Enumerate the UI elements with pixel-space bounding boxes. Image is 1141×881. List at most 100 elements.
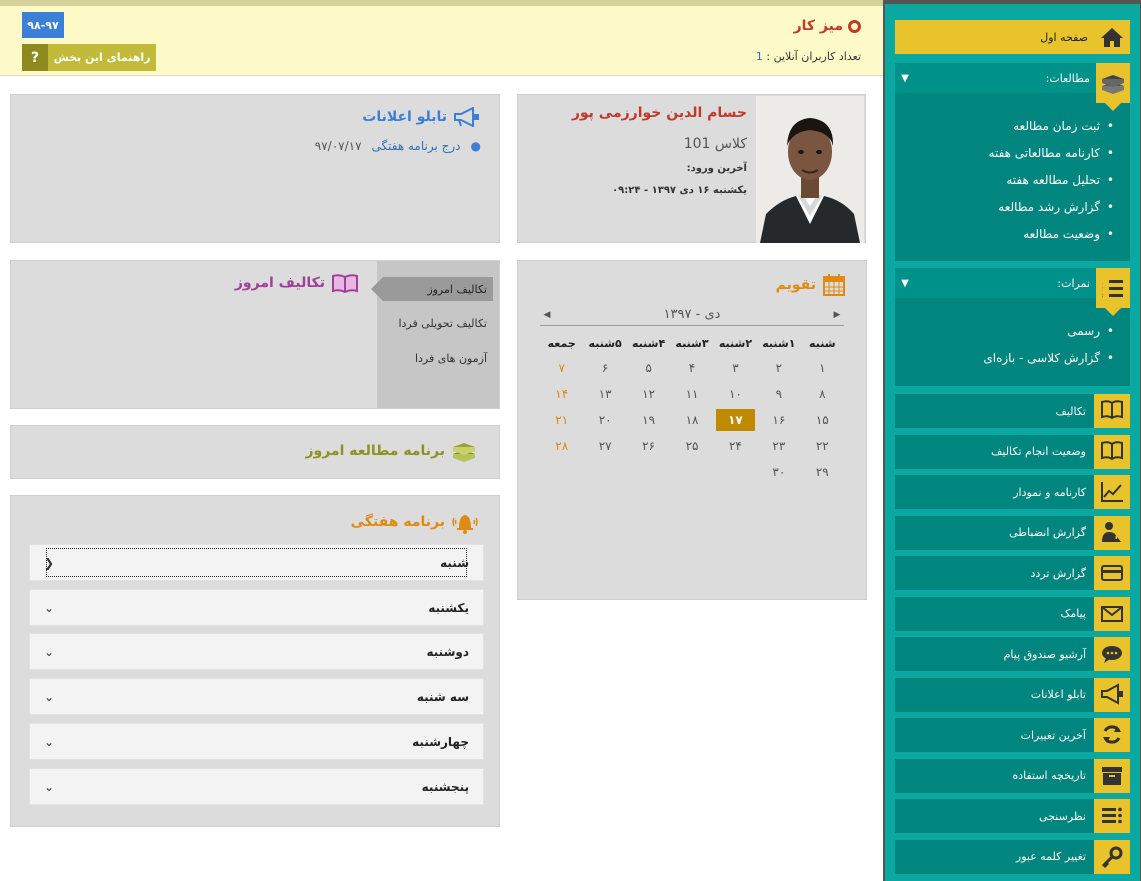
sidebar-subitem[interactable]: گزارش رشد مطالعه [905, 194, 1114, 221]
prev-month-icon[interactable]: ◀ [540, 310, 554, 320]
sidebar-item-8[interactable]: تابلو اعلانات [895, 677, 1130, 712]
sidebar-item-1[interactable]: تکالیف [895, 394, 1130, 428]
weekly-day-label: دوشنبه [426, 644, 470, 659]
sidebar-item-11[interactable]: نظرسنجی [895, 799, 1130, 833]
online-users: تعداد کاربران آنلاین : 1 [756, 50, 861, 63]
calendar-day[interactable]: ۱۰ [714, 381, 757, 407]
sidebar-item-7[interactable]: آرشیو صندوق پیام [895, 637, 1130, 671]
calendar-day[interactable]: ۱ [801, 355, 844, 381]
calendar-day[interactable]: ۴ [670, 355, 713, 381]
sidebar-item-label: تغییر کلمه عبور [1015, 850, 1086, 863]
weekly-day-saturday[interactable]: شنبه ❮ [29, 544, 484, 581]
calendar-day[interactable]: ۱۵ [801, 407, 844, 433]
calendar-day[interactable]: ۲۱ [540, 407, 583, 433]
calendar-day[interactable]: ۱۷ [715, 409, 756, 431]
notice-board-title-text: تابلو اعلانات [362, 109, 447, 125]
calendar-empty-cell [627, 459, 670, 485]
calendar-day[interactable]: ۱۸ [670, 407, 713, 433]
school-year-badge[interactable]: ۹۸-۹۷ [22, 12, 64, 38]
notice-item[interactable]: ● درج برنامه هفتگی ۹۷/۰۷/۱۷ [315, 139, 481, 153]
sidebar-item-home[interactable]: صفحه اول [895, 20, 1130, 54]
svg-text:1: 1 [1102, 279, 1103, 286]
books-icon [1096, 63, 1130, 111]
calendar-day[interactable]: ۳ [714, 355, 757, 381]
calendar-day[interactable]: ۱۴ [540, 381, 583, 407]
sidebar-item-label: وضعیت انجام تکالیف [991, 445, 1086, 458]
help-icon: ? [22, 44, 48, 71]
book-icon [332, 274, 358, 293]
weekly-day-thursday[interactable]: پنجشنبه ⌄ [29, 768, 484, 805]
sidebar-item-10[interactable]: تاریخچه استفاده [895, 758, 1130, 793]
sidebar-item-4[interactable]: گزارش انضباطی [895, 515, 1130, 550]
online-users-label: تعداد کاربران آنلاین : [766, 50, 861, 63]
calendar-panel: تقویم ▶ دی - ۱۳۹۷ ◀ شنبه ۱شنبه ۲شنبه ۳شنبه ۴… [517, 260, 867, 600]
sidebar-item-6[interactable]: پیامک [895, 596, 1130, 631]
calendar-day[interactable]: ۲۸ [540, 433, 583, 459]
book-icon [1094, 394, 1130, 428]
calendar-day[interactable]: ۱۶ [757, 407, 800, 433]
calendar-day[interactable]: ۶ [583, 355, 626, 381]
calendar-day[interactable]: ۲۰ [583, 407, 626, 433]
sidebar-subitem[interactable]: وضعیت مطالعه [905, 221, 1114, 248]
student-profile-card: حسام الدین خوارزمی پور کلاس 101 آخرین ور… [517, 94, 866, 243]
calendar-day[interactable]: ۲۲ [801, 433, 844, 459]
calendar-grid: شنبه ۱شنبه ۲شنبه ۳شنبه ۴شنبه ۵شنبه جمعه ۱ ۲ ۳ ۴ ۵ ۶ ۷… [540, 333, 844, 485]
weekly-day-tuesday[interactable]: سه شنبه ⌄ [29, 678, 484, 715]
calendar-day[interactable]: ۳۰ [757, 459, 800, 485]
calendar-day[interactable]: ۱۲ [627, 381, 670, 407]
tab-today-tasks[interactable]: تکالیف امروز [371, 277, 493, 301]
calendar-icon [823, 274, 845, 296]
school-year-text: ۹۸-۹۷ [27, 18, 59, 32]
calendar-day[interactable]: ۲ [757, 355, 800, 381]
weekly-schedule-title-text: برنامه هفتگی [350, 514, 445, 530]
calendar-day[interactable]: ۹ [757, 381, 800, 407]
calendar-day[interactable]: ۲۳ [757, 433, 800, 459]
weekly-day-sunday[interactable]: یکشنبه ⌄ [29, 589, 484, 626]
calendar-title: تقویم [776, 273, 846, 297]
notice-date: ۹۷/۰۷/۱۷ [314, 139, 362, 153]
studies-header[interactable]: مطالعات: ▼ [895, 63, 1130, 111]
calendar-day[interactable]: ۷ [540, 355, 583, 381]
sidebar-item-3[interactable]: کارنامه و نمودار [895, 475, 1130, 509]
tab-tomorrow-tasks[interactable]: تکالیف تحویلی فردا [383, 311, 493, 335]
sidebar-item-label: تکالیف [1055, 404, 1086, 418]
calendar-day[interactable]: ۱۹ [627, 407, 670, 433]
sidebar-subitem[interactable]: رسمی [905, 318, 1114, 345]
sidebar-subitem[interactable]: تحلیل مطالعه هفته [905, 167, 1114, 194]
sidebar-item-12[interactable]: تغییر کلمه عبور [895, 839, 1130, 874]
online-users-count[interactable]: 1 [756, 50, 763, 63]
calendar-weekday: ۲شنبه [718, 337, 753, 350]
calendar-day[interactable]: ۱۳ [583, 381, 626, 407]
calendar-day[interactable]: ۲۵ [670, 433, 713, 459]
sidebar-subitem[interactable]: گزارش کلاسی - بازه‌ای [905, 345, 1114, 372]
chevron-down-icon: ⌄ [44, 779, 55, 794]
sidebar-subitem[interactable]: کارنامه مطالعاتی هفته [905, 140, 1114, 167]
chevron-down-icon: ⌄ [44, 600, 55, 615]
weekly-day-wednesday[interactable]: چهارشنبه ⌄ [29, 723, 484, 760]
caret-down-icon: ▼ [901, 277, 909, 289]
calendar-day[interactable]: ۲۹ [801, 459, 844, 485]
calendar-day[interactable]: ۵ [627, 355, 670, 381]
calendar-day[interactable]: ۲۷ [583, 433, 626, 459]
notice-text[interactable]: درج برنامه هفتگی [372, 139, 461, 153]
calendar-empty-cell [670, 459, 713, 485]
sidebar-item-5[interactable]: گزارش تردد [895, 556, 1130, 590]
sidebar-item-label: صفحه اول [1040, 30, 1088, 44]
sidebar-subitem[interactable]: ثبت زمان مطالعه [905, 113, 1114, 140]
sidebar-item-2[interactable]: وضعیت انجام تکالیف [895, 434, 1130, 469]
sidebar-section-studies: مطالعات: ▼ ثبت زمان مطالعه کارنامه مطالع… [895, 63, 1130, 261]
notice-board-panel: تابلو اعلانات ● درج برنامه هفتگی ۹۷/۰۷/۱… [10, 94, 500, 243]
section-guide-button[interactable]: راهنمای این بخش ? [22, 44, 156, 71]
weekly-day-monday[interactable]: دوشنبه ⌄ [29, 633, 484, 670]
today-tasks-panel: تکالیف امروز تکالیف تحویلی فردا آزمون ها… [10, 260, 500, 409]
last-login-label: آخرین ورود: [686, 163, 747, 174]
calendar-day[interactable]: ۲۶ [627, 433, 670, 459]
grades-header[interactable]: 123 نمرات: ▼ [895, 268, 1130, 316]
calendar-day[interactable]: ۱۱ [670, 381, 713, 407]
next-month-icon[interactable]: ▶ [830, 310, 844, 320]
calendar-day[interactable]: ۲۴ [714, 433, 757, 459]
tab-tomorrow-exams[interactable]: آزمون های فردا [383, 346, 493, 370]
sidebar-item-9[interactable]: آخرین تغییرات [895, 718, 1130, 752]
calendar-day[interactable]: ۸ [801, 381, 844, 407]
chevron-down-icon: ⌄ [44, 734, 55, 749]
